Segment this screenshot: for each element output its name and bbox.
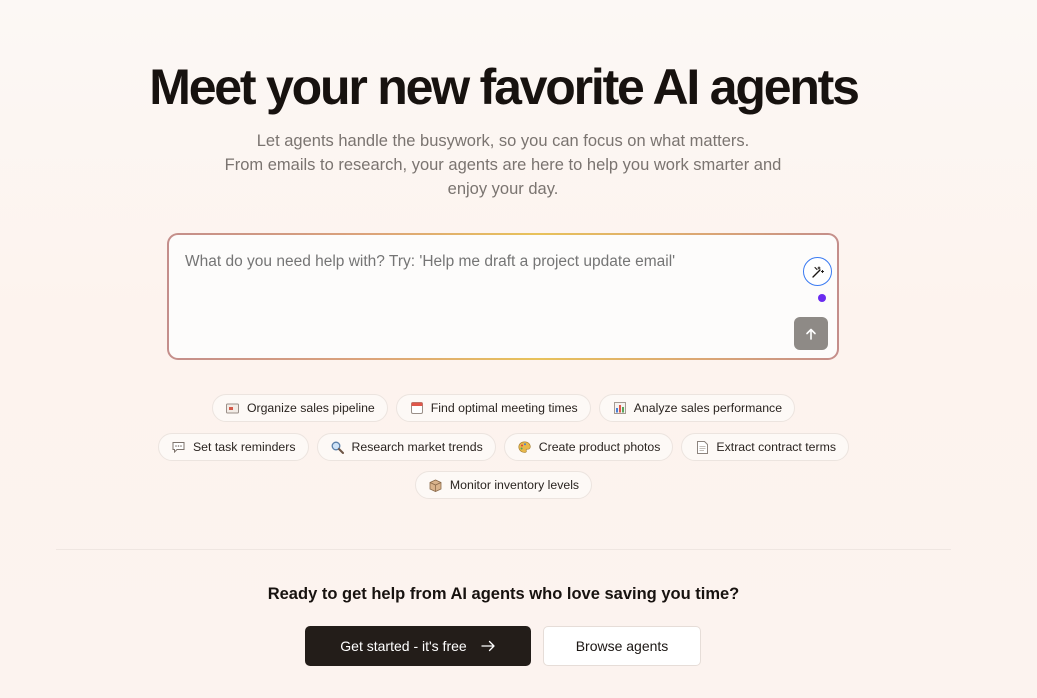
chat-bubble-icon [172, 440, 186, 454]
chip-label: Organize sales pipeline [246, 401, 375, 415]
magnifier-icon [331, 440, 345, 454]
send-button[interactable] [794, 317, 828, 350]
get-started-button[interactable]: Get started - it's free [305, 626, 531, 666]
section-divider [56, 549, 951, 550]
chip-label: Analyze sales performance [633, 401, 783, 415]
chip-label: Create product photos [538, 440, 661, 454]
chip-set-task-reminders[interactable]: Set task reminders [157, 433, 309, 461]
chip-research-market-trends[interactable]: Research market trends [316, 433, 496, 461]
get-started-label: Get started - it's free [340, 638, 467, 654]
chip-label: Monitor inventory levels [449, 478, 580, 492]
palette-icon [518, 440, 532, 454]
cta-question: Ready to get help from AI agents who lov… [267, 585, 740, 603]
subtitle-line-3: enjoy your day. [447, 180, 559, 198]
document-icon [695, 440, 709, 454]
chip-label: Find optimal meeting times [430, 401, 578, 415]
subtitle-line-1: Let agents handle the busywork, so you c… [256, 132, 750, 150]
chip-analyze-sales-performance[interactable]: Analyze sales performance [598, 394, 796, 422]
suggestions-row-3: Monitor inventory levels [0, 471, 1007, 499]
suggestions-row-2: Set task reminders Research market trend… [0, 433, 1007, 461]
prompt-box[interactable] [169, 235, 837, 358]
chip-label: Research market trends [351, 440, 483, 454]
arrow-up-icon [806, 328, 816, 340]
calendar-icon [410, 401, 424, 415]
prompt-input[interactable] [185, 253, 785, 271]
hero-subtitle: Let agents handle the busywork, so you c… [190, 129, 816, 201]
browse-agents-button[interactable]: Browse agents [543, 626, 701, 666]
chip-label: Extract contract terms [716, 440, 837, 454]
chip-label: Set task reminders [192, 440, 296, 454]
arrow-right-icon [481, 640, 495, 652]
suggestions-row-1: Organize sales pipeline Find optimal mee… [0, 394, 1007, 422]
chip-organize-sales-pipeline[interactable]: Organize sales pipeline [211, 394, 388, 422]
chip-create-product-photos[interactable]: Create product photos [503, 433, 674, 461]
box-icon [429, 478, 443, 492]
magic-wand-button[interactable] [803, 257, 832, 286]
pipeline-icon [226, 401, 240, 415]
prompt-box-border [167, 233, 839, 360]
magic-wand-icon [811, 265, 824, 278]
chip-monitor-inventory-levels[interactable]: Monitor inventory levels [414, 471, 593, 499]
chip-find-optimal-meeting-times[interactable]: Find optimal meeting times [395, 394, 591, 422]
chip-extract-contract-terms[interactable]: Extract contract terms [681, 433, 850, 461]
subtitle-line-2: From emails to research, your agents are… [224, 156, 782, 174]
bar-chart-icon [613, 401, 627, 415]
hero-title: Meet your new favorite AI agents [149, 59, 860, 115]
browse-agents-label: Browse agents [575, 638, 669, 654]
status-dot [818, 294, 826, 302]
